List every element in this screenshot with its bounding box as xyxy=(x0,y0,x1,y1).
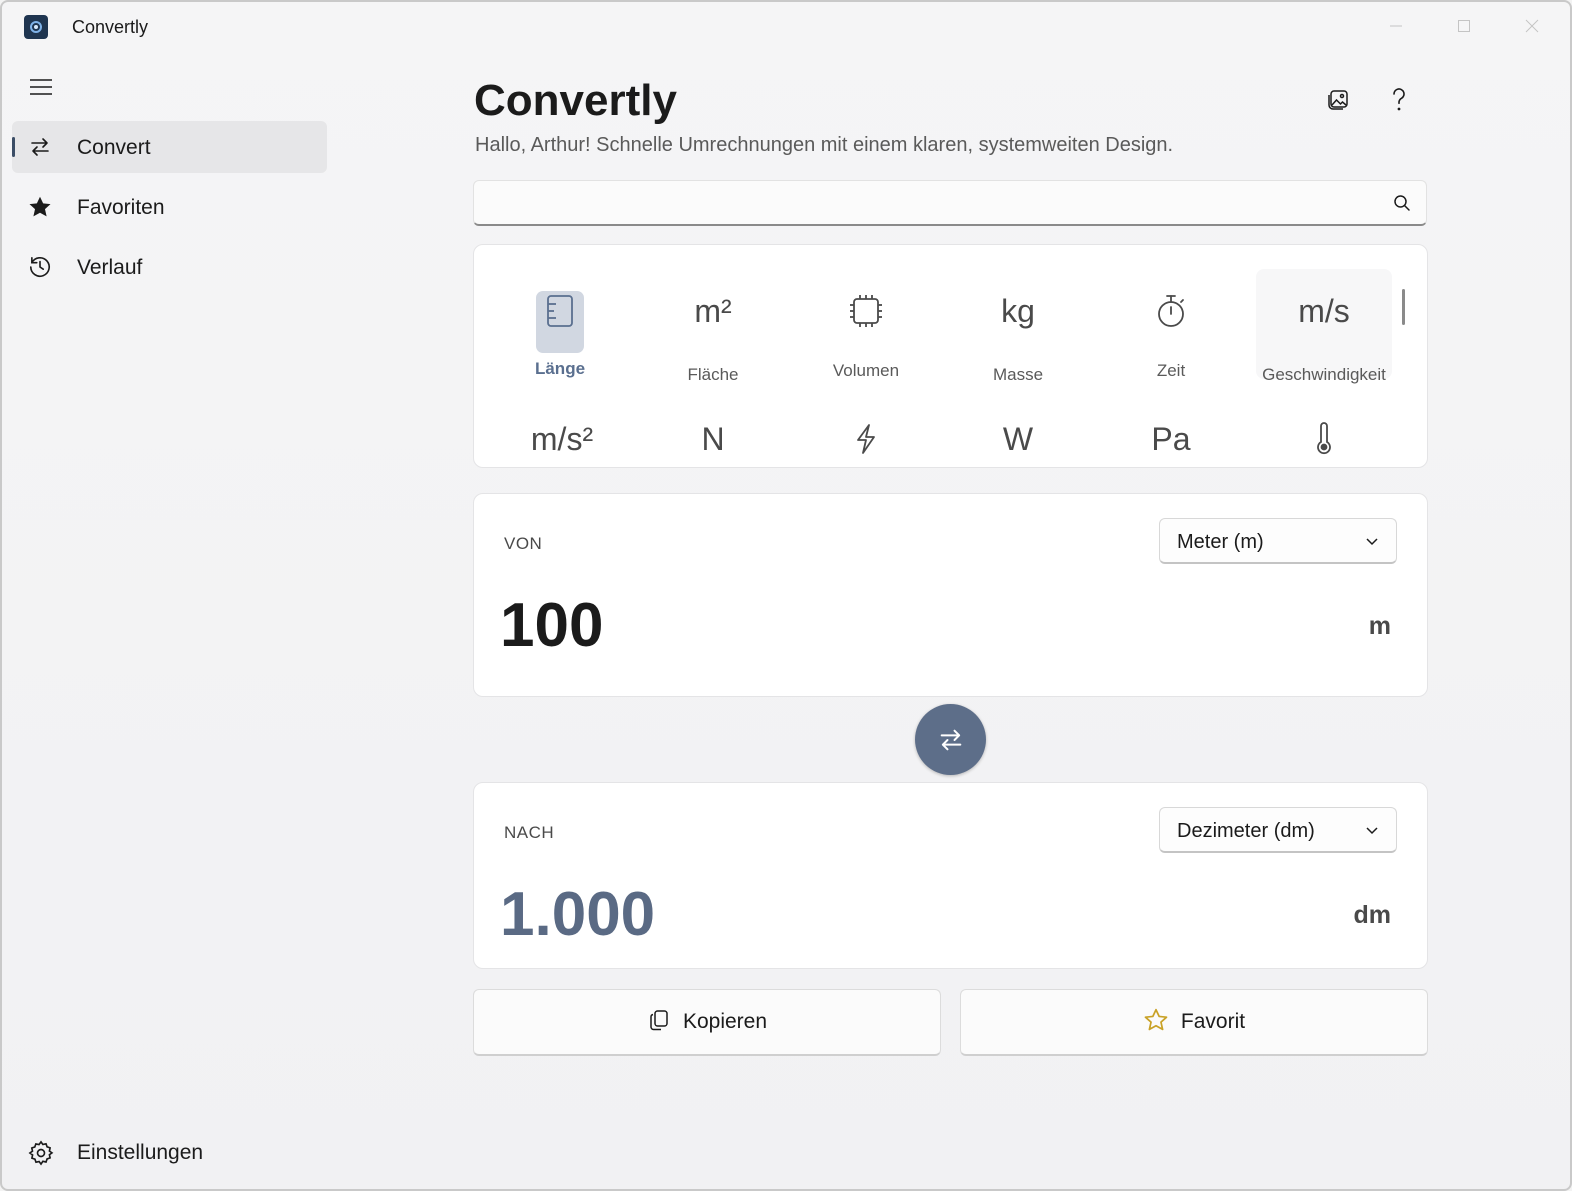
page-title: Convertly xyxy=(474,76,677,125)
swap-arrows-icon xyxy=(940,729,961,750)
image-icon[interactable] xyxy=(1322,84,1354,116)
close-button[interactable] xyxy=(1520,14,1544,38)
window-title: Convertly xyxy=(72,17,149,37)
category-temperatur[interactable] xyxy=(1256,417,1392,467)
nav-item-label: Convert xyxy=(77,136,151,159)
category-grid: Länge m² Fläche Volumen kg Masse Zeit m/… xyxy=(473,244,1428,468)
category-label: Volumen xyxy=(832,361,900,380)
category-label: Fläche xyxy=(687,365,739,384)
from-caption: VON xyxy=(504,534,543,553)
chevron-down-icon xyxy=(1364,822,1380,838)
from-value-input[interactable]: 100 xyxy=(500,590,603,661)
category-zeit[interactable]: Zeit xyxy=(1103,269,1239,380)
cube-icon xyxy=(798,289,934,333)
category-geschwindigkeit[interactable]: m/s Geschwindigkeit xyxy=(1256,269,1392,384)
swap-arrows-icon xyxy=(27,134,53,160)
to-card: NACH Dezimeter (dm) 1.000 dm xyxy=(473,782,1428,969)
category-symbol: m/s² xyxy=(530,420,594,457)
from-unit-value: Meter (m) xyxy=(1177,531,1264,553)
nav-item-convert[interactable]: Convert xyxy=(12,121,327,173)
category-beschleunigung[interactable]: m/s² xyxy=(494,417,630,467)
nav-item-settings[interactable]: Einstellungen xyxy=(12,1128,327,1178)
copy-button[interactable]: Kopieren xyxy=(473,989,941,1056)
category-symbol: m/s xyxy=(1298,292,1350,329)
to-unit-label: dm xyxy=(1353,901,1392,929)
menu-toggle-icon[interactable] xyxy=(28,74,54,100)
to-caption: NACH xyxy=(504,823,555,842)
chevron-down-icon xyxy=(1364,533,1380,549)
to-unit-select[interactable]: Dezimeter (dm) xyxy=(1159,807,1397,853)
search-input[interactable] xyxy=(486,187,1370,221)
lightning-icon xyxy=(798,417,934,461)
result-value: 1.000 xyxy=(500,880,656,949)
help-icon[interactable] xyxy=(1383,84,1415,116)
nav-item-favoriten[interactable]: Favoriten xyxy=(12,181,327,233)
category-kraft[interactable]: N xyxy=(645,417,781,467)
category-flaeche[interactable]: m² Fläche xyxy=(645,269,781,385)
category-symbol: N xyxy=(701,420,725,457)
scrollbar[interactable] xyxy=(1402,289,1405,325)
favorite-label: Favorit xyxy=(1180,1010,1246,1033)
category-laenge[interactable]: Länge xyxy=(492,269,628,379)
copy-icon xyxy=(647,1008,671,1037)
thermometer-icon xyxy=(1256,417,1392,461)
category-symbol: W xyxy=(1002,420,1034,457)
to-unit-value: Dezimeter (dm) xyxy=(1177,820,1315,842)
title-bar: Convertly xyxy=(2,2,1570,50)
category-label: Geschwindigkeit xyxy=(1262,365,1386,384)
category-symbol: kg xyxy=(1001,292,1035,329)
stopwatch-icon xyxy=(1103,289,1239,333)
favorite-button[interactable]: Favorit xyxy=(960,989,1428,1056)
minimize-button[interactable] xyxy=(1384,14,1408,38)
copy-label: Kopieren xyxy=(682,1010,768,1033)
search-box xyxy=(473,180,1427,226)
maximize-button[interactable] xyxy=(1452,14,1476,38)
from-card: VON Meter (m) 100 m xyxy=(473,493,1428,697)
category-label: Länge xyxy=(534,359,586,378)
nav-item-label: Favoriten xyxy=(77,196,165,219)
category-energie[interactable] xyxy=(798,417,934,467)
star-outline-icon xyxy=(1143,1007,1169,1038)
app-window: Convertly Convert Favoriten Verlauf Eins… xyxy=(0,0,1572,1191)
history-icon xyxy=(27,254,53,280)
category-symbol: m² xyxy=(694,292,732,329)
nav-item-verlauf[interactable]: Verlauf xyxy=(12,241,327,293)
category-masse[interactable]: kg Masse xyxy=(950,269,1086,385)
settings-label: Einstellungen xyxy=(77,1141,204,1164)
active-indicator xyxy=(12,137,15,157)
from-unit-label: m xyxy=(1368,612,1391,640)
category-volumen[interactable]: Volumen xyxy=(798,269,934,380)
from-unit-select[interactable]: Meter (m) xyxy=(1159,518,1397,564)
app-logo-icon xyxy=(24,15,48,39)
category-druck[interactable]: Pa xyxy=(1103,417,1239,467)
ruler-icon xyxy=(492,289,628,333)
nav-item-label: Verlauf xyxy=(77,256,143,279)
page-subtitle: Hallo, Arthur! Schnelle Umrechnungen mit… xyxy=(475,134,1174,156)
category-leistung[interactable]: W xyxy=(950,417,1086,467)
category-label: Zeit xyxy=(1156,361,1186,380)
category-label: Masse xyxy=(992,365,1044,384)
star-filled-icon xyxy=(27,194,53,220)
search-icon[interactable] xyxy=(1392,193,1412,213)
category-symbol: Pa xyxy=(1151,420,1191,457)
swap-button[interactable] xyxy=(915,704,986,775)
gear-icon xyxy=(27,1139,55,1167)
